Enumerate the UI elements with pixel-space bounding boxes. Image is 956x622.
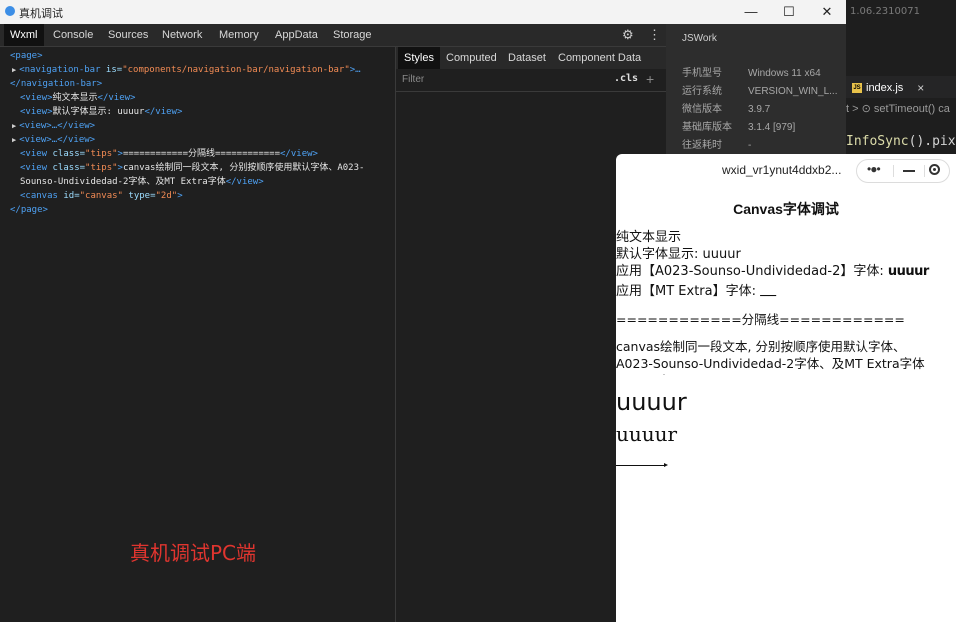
capsule-divider — [924, 165, 925, 177]
tab-memory[interactable]: Memory — [219, 24, 259, 46]
sysinfo-title: JSWork — [682, 33, 717, 44]
devtools-main-tabs: Wxml Console Sources Network Memory AppD… — [0, 24, 666, 47]
mini-program-simulator: wxid_vr1ynut4ddxb2... •●• Canvas字体调试 纯文本… — [616, 154, 956, 622]
system-info-panel: JSWork 手机型号 Windows 11 x64 运行系统 VERSION_WI… — [666, 24, 846, 154]
editor-code-line: InfoSync().pixe — [846, 134, 956, 149]
tab-network[interactable]: Network — [162, 24, 202, 46]
account-id: wxid_vr1ynut4ddxb2... — [722, 163, 842, 177]
tab-storage[interactable]: Storage — [333, 24, 372, 46]
wxml-line[interactable]: </page> — [10, 204, 48, 216]
window-title: 真机调试 — [19, 8, 63, 20]
close-target-icon[interactable] — [929, 164, 940, 175]
wxml-line[interactable]: </navigation-bar> — [10, 78, 102, 90]
tab-component-data[interactable]: Component Data — [558, 47, 641, 69]
wxml-line[interactable]: ▶ <view>…</view> — [12, 134, 95, 146]
code-rest: ().pixe — [908, 134, 956, 149]
sysinfo-row: 运行系统 VERSION_WIN_L... — [682, 86, 838, 97]
expand-arrow-icon[interactable]: ▶ — [12, 136, 16, 144]
canvas-text-default: uuuur — [616, 388, 687, 416]
page-title: Canvas字体调试 — [733, 201, 839, 217]
tab-console[interactable]: Console — [53, 24, 93, 46]
tab-sources[interactable]: Sources — [108, 24, 148, 46]
close-window-button[interactable]: ✕ — [808, 0, 846, 24]
wxml-line[interactable]: <page> — [10, 50, 43, 62]
add-rule-icon[interactable]: + — [646, 71, 654, 87]
tab-dataset[interactable]: Dataset — [508, 47, 546, 69]
canvas-text-a023: uuuur — [616, 422, 678, 446]
tab-appdata[interactable]: AppData — [275, 24, 318, 46]
sysinfo-row: 微信版本 3.9.7 — [682, 104, 771, 115]
wxml-line[interactable]: <canvas id="canvas" type="2d"> — [20, 190, 183, 202]
tab-wxml[interactable]: Wxml — [4, 24, 44, 46]
js-file-icon: JS — [852, 83, 862, 93]
code-fn: InfoSync — [846, 134, 909, 149]
sysinfo-row: 基础库版本 3.1.4 [979] — [682, 122, 796, 133]
expand-arrow-icon[interactable]: ▶ — [12, 122, 16, 130]
wxml-line[interactable]: <view class="tips">canvas绘制同一段文本, 分别按顺序使… — [20, 162, 364, 174]
maximize-button[interactable]: ☐ — [770, 0, 808, 24]
more-vert-icon[interactable]: ⋮ — [648, 27, 661, 43]
pc-debug-label: 真机调试PC端 — [130, 541, 257, 565]
mt-extra-font-line: 应用【MT Extra】字体: ____ — [616, 284, 777, 299]
wxml-line[interactable]: <view>默认字体显示: uuuur</view> — [20, 106, 182, 118]
sysinfo-row: 往返耗时 - — [682, 140, 752, 151]
canvas: - uuuur uuuur — [616, 370, 956, 490]
editor-tab-label: index.js — [866, 82, 904, 94]
more-dots-icon[interactable]: •●• — [867, 162, 881, 176]
capsule-divider — [893, 165, 894, 177]
canvas-tiny-mark: - — [663, 372, 665, 378]
a023-sample: uuuur — [887, 264, 929, 279]
app-icon — [5, 6, 15, 16]
sysinfo-row: 手机型号 Windows 11 x64 — [682, 68, 821, 79]
styles-tabs: Styles Computed Dataset Component Data — [396, 47, 666, 69]
canvas-text-mt-extra-arrow — [616, 463, 668, 467]
capsule-menu: •●• — [856, 159, 950, 183]
window-titlebar: 真机调试 — ☐ ✕ — [0, 0, 846, 24]
close-icon[interactable]: × — [917, 81, 924, 95]
minimize-button[interactable]: — — [732, 0, 770, 24]
filter-input[interactable]: Filter — [402, 74, 424, 85]
wxml-line[interactable]: ▶ <view>…</view> — [12, 120, 95, 132]
editor-tab-index-js[interactable]: JS index.js × — [852, 80, 924, 96]
cls-toggle-button[interactable]: .cls — [614, 73, 638, 84]
wxml-line[interactable]: Sounso-Undividedad-2字体、及MT Extra字体</view… — [20, 176, 264, 188]
editor-breadcrumb[interactable]: t > ⊙ setTimeout() ca — [846, 102, 950, 115]
wxml-tree-panel: <page> ▶ <navigation-bar is="components/n… — [0, 47, 396, 622]
a023-font-line: 应用【A023-Sounso-Undividedad-2】字体: uuuur — [616, 264, 929, 279]
gear-icon[interactable]: ⚙ — [622, 27, 634, 43]
tab-computed[interactable]: Computed — [446, 47, 497, 69]
divider-line: ============分隔线============ — [616, 312, 905, 327]
wxml-line[interactable]: <view class="tips">============分隔线======… — [20, 148, 318, 160]
minimize-icon[interactable] — [903, 170, 915, 172]
filter-row: Filter .cls + — [396, 69, 666, 92]
tab-styles[interactable]: Styles — [398, 47, 440, 69]
expand-arrow-icon[interactable]: ▶ — [12, 66, 16, 74]
editor-version: 1.06.2310071 — [850, 6, 920, 17]
mt-extra-sample: ____ — [760, 287, 777, 296]
simulator-header: wxid_vr1ynut4ddxb2... •●• — [616, 154, 956, 188]
wxml-line[interactable]: ▶ <navigation-bar is="components/navigati… — [12, 64, 361, 76]
wxml-line[interactable]: <view>纯文本显示</view> — [20, 92, 135, 104]
